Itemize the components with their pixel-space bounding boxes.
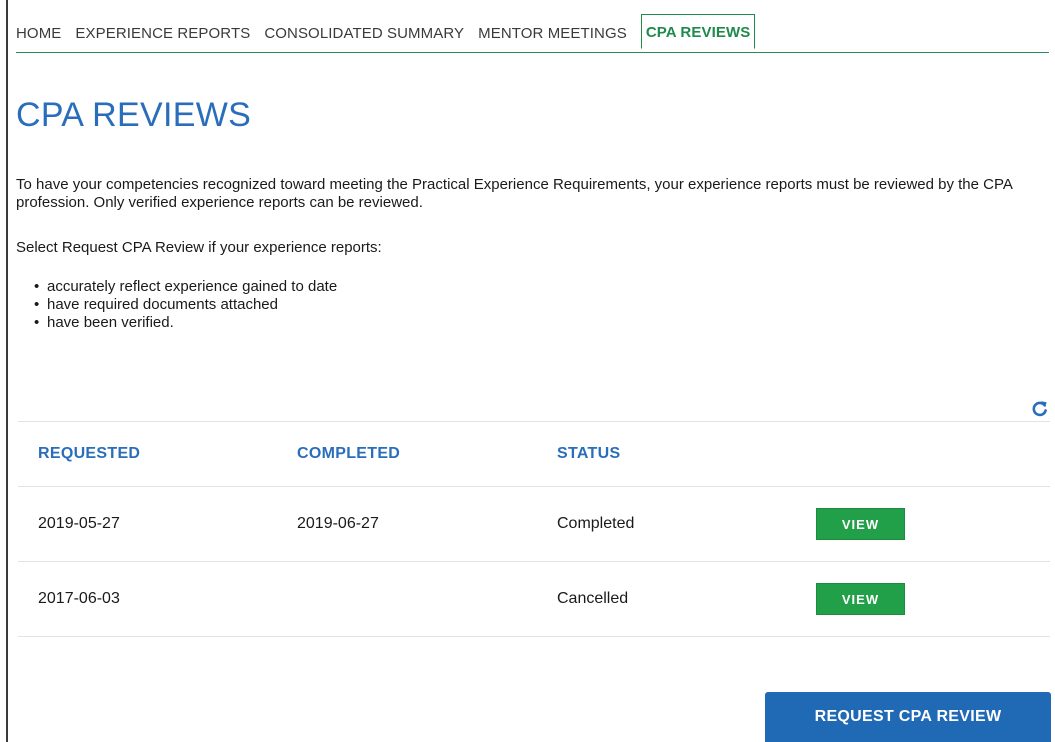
column-header-status: STATUS	[557, 445, 621, 462]
column-header-completed: COMPLETED	[297, 445, 401, 462]
reviews-table: REQUESTED COMPLETED STATUS 2019-05-27 20…	[18, 421, 1050, 637]
requirements-list: accurately reflect experience gained to …	[34, 278, 337, 332]
table-row: 2017-06-03 Cancelled VIEW	[18, 562, 1050, 637]
completed-date: 2019-06-27	[297, 515, 379, 532]
table-row: 2019-05-27 2019-06-27 Completed VIEW	[18, 487, 1050, 562]
status-text: Completed	[557, 515, 635, 532]
top-nav: HOME EXPERIENCE REPORTS CONSOLIDATED SUM…	[16, 14, 1049, 53]
list-item: have required documents attached	[34, 296, 337, 314]
requested-date: 2019-05-27	[38, 515, 120, 532]
select-instruction: Select Request CPA Review if your experi…	[16, 239, 382, 256]
table-header-row: REQUESTED COMPLETED STATUS	[18, 422, 1050, 487]
list-item: accurately reflect experience gained to …	[34, 278, 337, 296]
tab-consolidated-summary[interactable]: CONSOLIDATED SUMMARY	[264, 14, 464, 42]
action-cell: VIEW	[816, 562, 905, 636]
tab-experience-reports[interactable]: EXPERIENCE REPORTS	[75, 14, 250, 42]
tab-cpa-reviews[interactable]: CPA REVIEWS	[640, 14, 756, 49]
action-cell: VIEW	[816, 487, 905, 561]
request-cpa-review-button[interactable]: REQUEST CPA REVIEW	[765, 692, 1051, 742]
intro-text: To have your competencies recognized tow…	[16, 176, 1013, 211]
status-text: Cancelled	[557, 590, 629, 607]
view-button[interactable]: VIEW	[816, 583, 905, 615]
tab-home[interactable]: HOME	[16, 14, 61, 42]
tab-mentor-meetings[interactable]: MENTOR MEETINGS	[478, 14, 627, 42]
requested-date: 2017-06-03	[38, 590, 120, 607]
refresh-icon[interactable]	[1030, 399, 1050, 419]
view-button[interactable]: VIEW	[816, 508, 905, 540]
page-title: CPA REVIEWS	[16, 96, 252, 134]
list-item: have been verified.	[34, 314, 337, 332]
column-header-requested: REQUESTED	[38, 445, 141, 462]
